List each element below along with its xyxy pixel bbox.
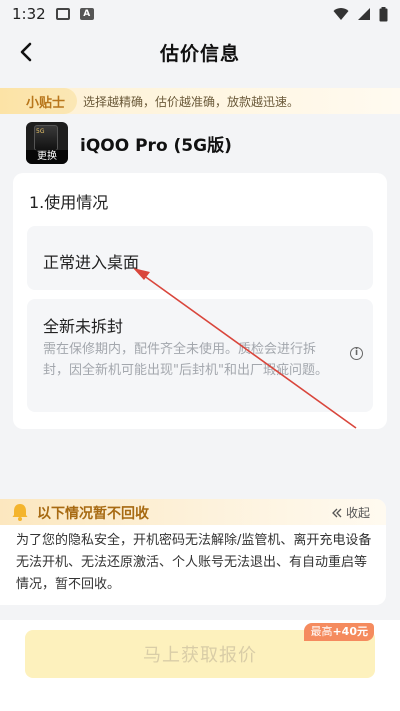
double-chevron-left-icon [332,508,342,517]
option-brand-new-sealed[interactable]: 全新未拆封 需在保修期内，配件齐全未使用。质检会进行拆封，因全新机可能出现"后封… [27,299,373,412]
image-notification-icon [55,8,70,20]
battery-icon [379,6,388,21]
collapse-button[interactable]: 收起 [332,504,370,521]
notice-card: 以下情况暂不回收 收起 为了您的隐私安全，开机密码无法解除/监管机、离开充电设备… [0,499,386,605]
bonus-badge: 最高+40元 [304,623,374,641]
signal-icon [358,8,370,20]
notice-title: 以下情况暂不回收 [37,506,149,522]
back-button[interactable] [12,38,40,66]
app-notification-icon: A [79,8,94,20]
collapse-label: 收起 [345,506,370,520]
option-normal-desktop[interactable]: 正常进入桌面 [27,226,373,290]
bonus-prefix: 最高 [310,625,333,638]
section-title: 1.使用情况 [29,193,109,212]
option-description: 需在保修期内，配件齐全未使用。质检会进行拆封，因全新机可能出现"后封机"和出厂瑕… [43,342,328,378]
option-label: 正常进入桌面 [43,253,140,272]
wifi-icon [333,8,349,20]
info-icon[interactable]: i [350,347,363,360]
page-title: 估价信息 [159,42,240,65]
notice-body: 为了您的隐私安全，开机密码无法解除/监管机、离开充电设备无法开机、无法还原激活、… [16,533,372,592]
tips-tag: 小贴士 [0,88,78,114]
notice-header: 以下情况暂不回收 收起 [0,499,386,525]
bonus-value: +40元 [332,625,368,638]
product-row: 5G 更换 iQOO Pro (5G版) [26,122,232,164]
change-product-button[interactable]: 5G 更换 [26,122,68,164]
usage-card: 1.使用情况 正常进入桌面 全新未拆封 需在保修期内，配件齐全未使用。质检会进行… [13,173,387,429]
app-header: 估价信息 [0,28,400,76]
tips-banner: 小贴士 选择越精确，估价越准确，放款越迅速。 [0,88,400,114]
status-bar: 1:32 A [0,0,400,28]
bottom-bar: 马上获取报价 最高+40元 [0,620,400,711]
bell-icon [12,504,28,521]
tips-text: 选择越精确，估价越准确，放款越迅速。 [83,94,300,109]
option-label: 全新未拆封 [43,317,124,336]
chevron-left-icon [20,42,32,62]
change-label: 更换 [26,150,68,164]
5g-badge: 5G [36,128,45,135]
product-name: iQOO Pro (5G版) [80,135,232,156]
status-time: 1:32 [12,5,46,23]
